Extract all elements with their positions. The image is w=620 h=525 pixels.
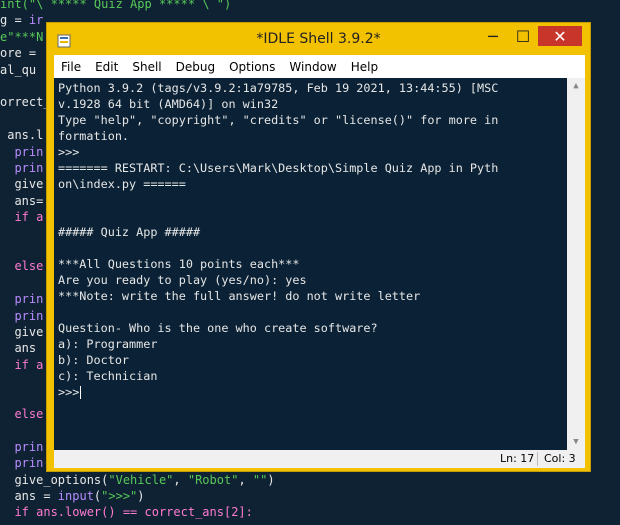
shell-output-line: on\index.py ====== <box>58 177 186 191</box>
shell-output-line: ======= RESTART: C:\Users\Mark\Desktop\S… <box>58 161 499 175</box>
shell-output-line: v.1928 64 bit (AMD64)] on win32 <box>58 97 279 111</box>
scroll-up-arrow-icon[interactable]: ▲ <box>567 78 585 94</box>
code-line: if ans.lower() == correct_ans[2]: <box>0 505 253 520</box>
code-line: ans = input(">>>") <box>0 489 145 503</box>
shell-output-line: ***Note: write the full answer! do not w… <box>58 289 421 303</box>
code-line: ans= <box>0 193 44 208</box>
status-divider <box>537 452 538 466</box>
shell-output-line: c): Technician <box>58 369 158 383</box>
code-line: else <box>0 259 44 274</box>
shell-output-line: b): Doctor <box>58 353 130 367</box>
code-line: orrect_ <box>0 95 51 110</box>
menu-file[interactable]: File <box>54 60 88 74</box>
menu-edit[interactable]: Edit <box>88 60 125 74</box>
menu-help[interactable]: Help <box>344 60 385 74</box>
shell-text-area[interactable]: Python 3.9.2 (tags/v3.9.2:1a79785, Feb 1… <box>54 78 567 450</box>
code-line: prin <box>0 439 44 454</box>
menu-window[interactable]: Window <box>282 60 343 74</box>
vertical-scrollbar[interactable]: ▲ ▼ <box>567 78 585 450</box>
shell-output-line: Type "help", "copyright", "credits" or "… <box>58 113 499 127</box>
shell-output-line: >>> <box>58 145 80 159</box>
code-line: prin <box>0 144 44 159</box>
code-line: int("\ ***** Quiz App ***** \ ") <box>0 0 232 11</box>
code-line: ans.l <box>0 128 44 143</box>
code-line: al_qu <box>0 62 37 77</box>
code-line: g = ir <box>0 13 44 28</box>
maximize-button[interactable]: ☐ <box>509 26 537 46</box>
shell-output-line: ***All Questions 10 points each*** <box>58 257 300 271</box>
code-line: e"***N <box>0 29 44 44</box>
code-line: prin <box>0 292 44 307</box>
code-line: if a <box>0 357 44 372</box>
code-line: ore = <box>0 46 44 61</box>
shell-output-line: Are you ready to play (yes/no): yes <box>58 273 307 287</box>
code-line: ans <box>0 341 44 356</box>
text-cursor <box>80 386 82 399</box>
title-bar[interactable]: *IDLE Shell 3.9.2* ─ ☐ ✕ <box>47 23 590 55</box>
code-line: else <box>0 407 44 421</box>
idle-shell-window: *IDLE Shell 3.9.2* ─ ☐ ✕ File Edit Shell… <box>46 22 591 472</box>
shell-output-line: Python 3.9.2 (tags/v3.9.2:1a79785, Feb 1… <box>58 81 499 95</box>
code-line: give <box>0 177 44 192</box>
menu-shell[interactable]: Shell <box>125 60 168 74</box>
menu-bar: File Edit Shell Debug Options Window Hel… <box>54 55 585 78</box>
close-button[interactable]: ✕ <box>538 26 582 46</box>
column-number: Col: 3 <box>544 452 576 465</box>
shell-output-line: ##### Quiz App ##### <box>58 225 201 239</box>
menu-debug[interactable]: Debug <box>169 60 222 74</box>
shell-output-line: formation. <box>58 129 130 143</box>
minimize-button[interactable]: ─ <box>479 26 507 46</box>
status-bar: Ln: 17 Col: 3 <box>54 450 585 468</box>
shell-output-line: Question- Who is the one who create soft… <box>58 321 378 335</box>
shell-output-line: a): Programmer <box>58 337 158 351</box>
code-line: give_options("Vehicle", "Robot", "") <box>0 472 275 487</box>
code-line: give <box>0 325 44 339</box>
scroll-down-arrow-icon[interactable]: ▼ <box>567 434 585 450</box>
code-line: if a <box>0 210 44 225</box>
code-line: prin <box>0 161 44 175</box>
menu-options[interactable]: Options <box>222 60 282 74</box>
shell-output-line: >>> <box>58 385 80 399</box>
code-line: prin <box>0 308 44 323</box>
line-number: Ln: 17 <box>500 452 535 465</box>
